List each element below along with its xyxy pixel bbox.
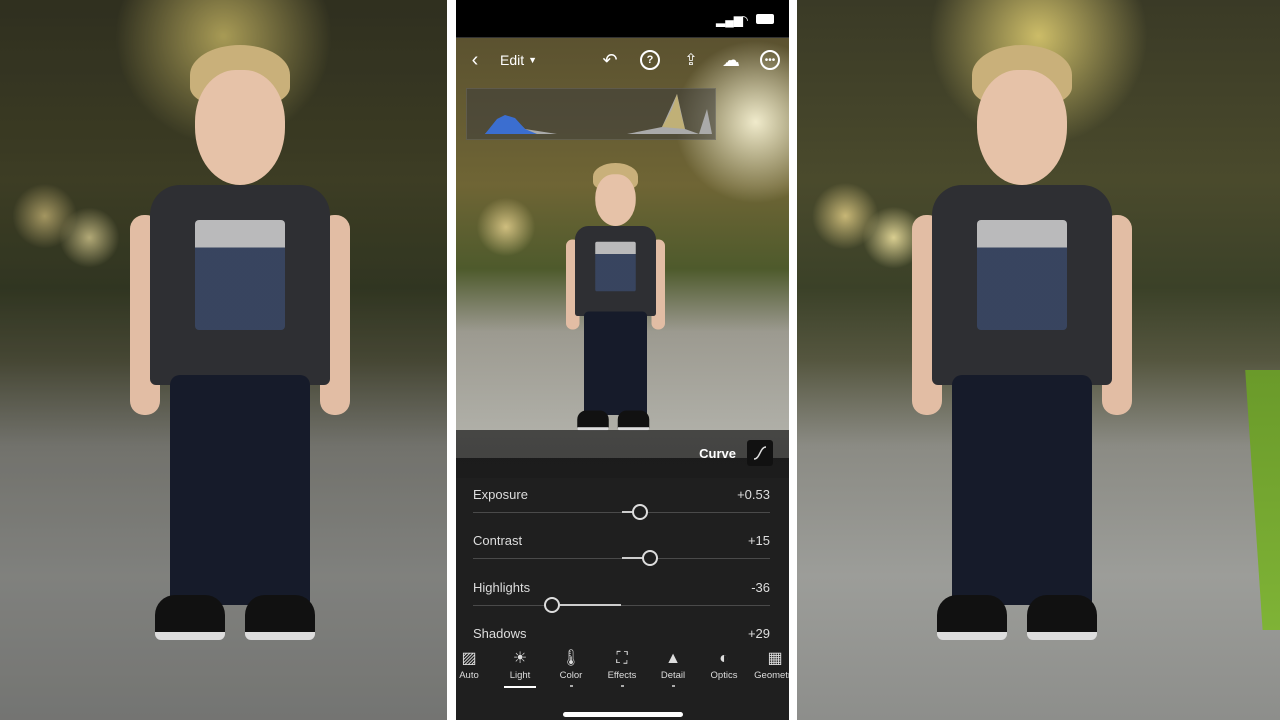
slider-label: Exposure — [473, 487, 528, 502]
child-figure — [912, 45, 1132, 665]
tab-detail[interactable]: ▲ Detail — [648, 648, 698, 687]
tab-label: Auto — [459, 670, 479, 681]
tab-label: Light — [509, 670, 531, 681]
tool-tab-bar: ▨ Auto ☀ Light 🌡 Color ⛶ Effects ▲ Detail ◐ O… — [456, 640, 789, 720]
modified-dot — [569, 685, 573, 687]
slider-value: +29 — [747, 626, 770, 641]
tab-label: Effects — [607, 670, 637, 681]
modified-dot — [671, 685, 675, 687]
curve-label: Curve — [699, 446, 736, 461]
tab-label: Detail — [660, 670, 686, 681]
tab-optics[interactable]: ◐ Optics — [699, 648, 749, 681]
slider-fill — [552, 604, 622, 606]
undo-icon[interactable]: ↶ — [598, 46, 622, 74]
slider-knob[interactable] — [632, 504, 649, 520]
slider-contrast[interactable]: Contrast +15 — [473, 533, 770, 577]
slider-track[interactable] — [473, 605, 770, 606]
home-indicator[interactable] — [563, 712, 683, 717]
share-icon[interactable]: ⇪ — [680, 46, 702, 74]
cloud-add-icon[interactable]: ☁ — [718, 46, 744, 74]
battery-icon — [756, 14, 774, 24]
slider-knob[interactable] — [544, 597, 560, 613]
help-icon[interactable]: ? — [640, 50, 660, 70]
lens-icon: ◐ — [719, 650, 729, 667]
tab-effects[interactable]: ⛶ Effects — [597, 648, 647, 687]
tab-color[interactable]: 🌡 Color — [546, 648, 596, 687]
more-icon[interactable]: ••• — [760, 50, 780, 70]
curve-button[interactable] — [747, 440, 773, 466]
edit-mode-dropdown[interactable]: Edit ▼ — [500, 46, 537, 74]
wifi-icon: ◠ — [738, 13, 749, 27]
curve-icon — [753, 446, 767, 460]
triangle-icon: ▲ — [665, 650, 681, 667]
histogram — [466, 88, 716, 140]
child-figure — [130, 45, 350, 665]
tab-geometry[interactable]: ▦ Geometry — [750, 648, 789, 681]
effects-icon: ⛶ — [616, 650, 628, 667]
slider-exposure[interactable]: Exposure +0.53 — [473, 487, 770, 531]
after-photo — [797, 0, 1280, 720]
before-photo — [0, 0, 447, 720]
thermometer-icon: 🌡 — [560, 650, 582, 667]
slider-label: Shadows — [473, 626, 527, 641]
slider-label: Contrast — [473, 533, 523, 548]
lightroom-phone-screen: ▂▄▆ ◠ ‹ Edit ▼ ↶ ? ⇪ ☁ ••• Curve Exposure… — [456, 0, 789, 720]
tab-label: Color — [559, 670, 583, 681]
tab-label: Geometry — [754, 670, 789, 681]
slider-knob[interactable] — [642, 550, 659, 566]
tab-label: Optics — [710, 670, 738, 681]
active-indicator — [504, 686, 536, 688]
slider-value: +15 — [747, 533, 770, 548]
caret-down-icon: ▼ — [528, 55, 538, 65]
slider-value: -36 — [751, 580, 770, 595]
slider-highlights[interactable]: Highlights -36 — [473, 580, 770, 624]
slider-value: +0.53 — [737, 487, 770, 502]
back-button[interactable]: ‹ — [464, 46, 486, 74]
grid-icon: ▦ — [767, 650, 783, 667]
sun-icon: ☀ — [512, 650, 528, 667]
auto-icon: ▨ — [461, 650, 477, 667]
status-bar: ▂▄▆ ◠ — [456, 0, 789, 38]
tab-auto[interactable]: ▨ Auto — [456, 648, 494, 681]
modified-dot — [620, 685, 624, 687]
slider-label: Highlights — [473, 580, 531, 595]
tab-light[interactable]: ☀ Light — [495, 648, 545, 688]
edit-label: Edit — [500, 52, 525, 68]
top-toolbar: ‹ Edit ▼ ↶ ? ⇪ ☁ ••• — [456, 46, 789, 74]
